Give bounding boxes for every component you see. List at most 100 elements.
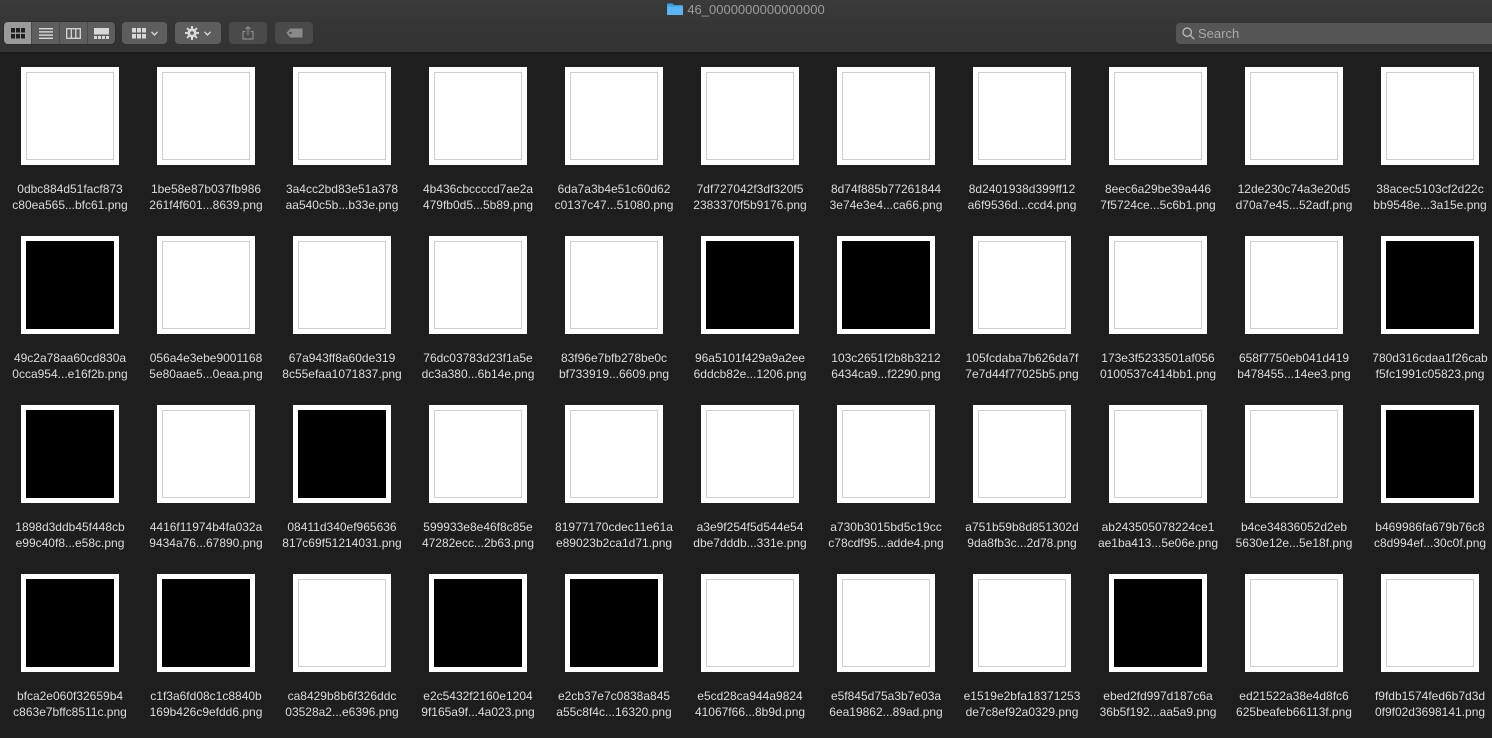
icon-view-button[interactable] <box>4 22 32 44</box>
file-name[interactable]: 76dc03783d23f1a5e dc3a380...6b14e.png <box>410 350 546 382</box>
file-name[interactable]: 056a4e3ebe9001168 5e80aae5...0eaa.png <box>138 350 274 382</box>
file-item[interactable]: 38acec5103cf2d22c bb9548e...3a15e.png <box>1362 54 1492 214</box>
file-thumbnail[interactable] <box>1109 574 1207 672</box>
file-item[interactable]: 08411d340ef965636 817c69f51214031.png <box>274 392 410 552</box>
file-name[interactable]: e1519e2bfa18371253 de7c8ef92a0329.png <box>954 688 1090 720</box>
file-name[interactable]: 7df727042f3df320f5 2383370f5b9176.png <box>682 181 818 213</box>
file-thumbnail[interactable] <box>565 405 663 503</box>
file-item[interactable]: 3a4cc2bd83e51a378 aa540c5b...b33e.png <box>274 54 410 214</box>
file-thumbnail[interactable] <box>973 405 1071 503</box>
file-name[interactable]: 780d316cdaa1f26cab f5fc1991c05823.png <box>1362 350 1492 382</box>
file-item[interactable]: 0dbc884d51facf873 c80ea565...bfc61.png <box>2 54 138 214</box>
file-item[interactable]: e1519e2bfa18371253 de7c8ef92a0329.png <box>954 561 1090 721</box>
file-thumbnail[interactable] <box>21 236 119 334</box>
file-item[interactable]: 67a943ff8a60de319 8c55efaa1071837.png <box>274 223 410 383</box>
file-name[interactable]: ca8429b8b6f326ddc 03528a2...e6396.png <box>274 688 410 720</box>
file-thumbnail[interactable] <box>565 574 663 672</box>
action-button[interactable] <box>175 22 221 44</box>
file-name[interactable]: 96a5101f429a9a2ee 6ddcb82e...1206.png <box>682 350 818 382</box>
tags-button[interactable] <box>275 22 313 44</box>
file-name[interactable]: ab243505078224ce1 ae1ba413...5e06e.png <box>1090 519 1226 551</box>
file-item[interactable]: e2c5432f2160e1204 9f165a9f...4a023.png <box>410 561 546 721</box>
file-thumbnail[interactable] <box>1245 574 1343 672</box>
file-name[interactable]: 12de230c74a3e20d5 d70a7e45...52adf.png <box>1226 181 1362 213</box>
file-item[interactable]: f9fdb1574fed6b7d3d 0f9f02d3698141.png <box>1362 561 1492 721</box>
file-name[interactable]: 105fcdaba7b626da7f 7e7d44f77025b5.png <box>954 350 1090 382</box>
file-thumbnail[interactable] <box>973 236 1071 334</box>
file-item[interactable]: 103c2651f2b8b3212 6434ca9...f2290.png <box>818 223 954 383</box>
column-view-button[interactable] <box>60 22 88 44</box>
file-thumbnail[interactable] <box>1109 67 1207 165</box>
file-thumbnail[interactable] <box>837 236 935 334</box>
file-name[interactable]: c1f3a6fd08c1c8840b 169b426c9efdd6.png <box>138 688 274 720</box>
file-thumbnail[interactable] <box>1245 405 1343 503</box>
file-item[interactable]: 105fcdaba7b626da7f 7e7d44f77025b5.png <box>954 223 1090 383</box>
list-view-button[interactable] <box>32 22 60 44</box>
file-name[interactable]: 173e3f5233501af056 0100537c414bb1.png <box>1090 350 1226 382</box>
file-item[interactable]: ca8429b8b6f326ddc 03528a2...e6396.png <box>274 561 410 721</box>
file-item[interactable]: 49c2a78aa60cd830a 0cca954...e16f2b.png <box>2 223 138 383</box>
file-item[interactable]: e2cb37e7c0838a845 a55c8f4c...16320.png <box>546 561 682 721</box>
file-thumbnail[interactable] <box>21 405 119 503</box>
file-name[interactable]: a3e9f254f5d544e54 dbe7dddb...331e.png <box>682 519 818 551</box>
file-name[interactable]: ebed2fd997d187c6a 36b5f192...aa5a9.png <box>1090 688 1226 720</box>
file-thumbnail[interactable] <box>157 405 255 503</box>
file-item[interactable]: ebed2fd997d187c6a 36b5f192...aa5a9.png <box>1090 561 1226 721</box>
file-name[interactable]: 8eec6a29be39a446 7f5724ce...5c6b1.png <box>1090 181 1226 213</box>
file-item[interactable]: e5f845d75a3b7e03a 6ea19862...89ad.png <box>818 561 954 721</box>
file-item[interactable]: 8d74f885b77261844 3e74e3e4...ca66.png <box>818 54 954 214</box>
file-item[interactable]: c1f3a6fd08c1c8840b 169b426c9efdd6.png <box>138 561 274 721</box>
file-item[interactable]: a3e9f254f5d544e54 dbe7dddb...331e.png <box>682 392 818 552</box>
file-thumbnail[interactable] <box>1381 405 1479 503</box>
file-item[interactable]: 4b436cbccccd7ae2a 479fb0d5...5b89.png <box>410 54 546 214</box>
file-name[interactable]: 599933e8e46f8c85e 47282ecc...2b63.png <box>410 519 546 551</box>
file-name[interactable]: 83f96e7bfb278be0c bf733919...6609.png <box>546 350 682 382</box>
file-item[interactable]: a751b59b8d851302d 9da8fb3c...2d78.png <box>954 392 1090 552</box>
file-thumbnail[interactable] <box>973 574 1071 672</box>
file-name[interactable]: a751b59b8d851302d 9da8fb3c...2d78.png <box>954 519 1090 551</box>
file-name[interactable]: f9fdb1574fed6b7d3d 0f9f02d3698141.png <box>1362 688 1492 720</box>
file-item[interactable]: 12de230c74a3e20d5 d70a7e45...52adf.png <box>1226 54 1362 214</box>
file-name[interactable]: e5f845d75a3b7e03a 6ea19862...89ad.png <box>818 688 954 720</box>
file-name[interactable]: e2cb37e7c0838a845 a55c8f4c...16320.png <box>546 688 682 720</box>
file-item[interactable]: 7df727042f3df320f5 2383370f5b9176.png <box>682 54 818 214</box>
file-thumbnail[interactable] <box>837 67 935 165</box>
file-thumbnail[interactable] <box>701 574 799 672</box>
file-name[interactable]: 1be58e87b037fb986 261f4f601...8639.png <box>138 181 274 213</box>
file-item[interactable]: 599933e8e46f8c85e 47282ecc...2b63.png <box>410 392 546 552</box>
search-input[interactable] <box>1198 23 1478 44</box>
file-thumbnail[interactable] <box>293 405 391 503</box>
file-name[interactable]: 4b436cbccccd7ae2a 479fb0d5...5b89.png <box>410 181 546 213</box>
file-name[interactable]: 658f7750eb041d419 b478455...14ee3.png <box>1226 350 1362 382</box>
file-item[interactable]: 1be58e87b037fb986 261f4f601...8639.png <box>138 54 274 214</box>
file-thumbnail[interactable] <box>157 67 255 165</box>
file-thumbnail[interactable] <box>701 67 799 165</box>
file-name[interactable]: 08411d340ef965636 817c69f51214031.png <box>274 519 410 551</box>
file-item[interactable]: 1898d3ddb45f448cb e99c40f8...e58c.png <box>2 392 138 552</box>
file-thumbnail[interactable] <box>429 67 527 165</box>
file-item[interactable]: 8eec6a29be39a446 7f5724ce...5c6b1.png <box>1090 54 1226 214</box>
file-name[interactable]: 8d2401938d399ff12 a6f9536d...ccd4.png <box>954 181 1090 213</box>
file-name[interactable]: 6da7a3b4e51c60d62 c0137c47...51080.png <box>546 181 682 213</box>
file-name[interactable]: 81977170cdec11e61a e89023b2ca1d71.png <box>546 519 682 551</box>
file-thumbnail[interactable] <box>157 236 255 334</box>
file-thumbnail[interactable] <box>1245 67 1343 165</box>
file-item[interactable]: 780d316cdaa1f26cab f5fc1991c05823.png <box>1362 223 1492 383</box>
file-thumbnail[interactable] <box>157 574 255 672</box>
file-item[interactable]: e5cd28ca944a9824 41067f66...8b9d.png <box>682 561 818 721</box>
file-name[interactable]: e5cd28ca944a9824 41067f66...8b9d.png <box>682 688 818 720</box>
share-button[interactable] <box>229 22 267 44</box>
file-item[interactable]: 173e3f5233501af056 0100537c414bb1.png <box>1090 223 1226 383</box>
file-item[interactable]: ed21522a38e4d8fc6 625beafeb66113f.png <box>1226 561 1362 721</box>
file-item[interactable]: 81977170cdec11e61a e89023b2ca1d71.png <box>546 392 682 552</box>
file-item[interactable]: ab243505078224ce1 ae1ba413...5e06e.png <box>1090 392 1226 552</box>
file-name[interactable]: bfca2e060f32659b4 c863e7bffc8511c.png <box>2 688 138 720</box>
file-thumbnail[interactable] <box>1381 574 1479 672</box>
file-thumbnail[interactable] <box>973 67 1071 165</box>
file-thumbnail[interactable] <box>1381 67 1479 165</box>
file-item[interactable]: b469986fa679b76c8 c8d994ef...30c0f.png <box>1362 392 1492 552</box>
file-thumbnail[interactable] <box>701 236 799 334</box>
file-item[interactable]: 658f7750eb041d419 b478455...14ee3.png <box>1226 223 1362 383</box>
file-name[interactable]: 38acec5103cf2d22c bb9548e...3a15e.png <box>1362 181 1492 213</box>
file-thumbnail[interactable] <box>21 574 119 672</box>
